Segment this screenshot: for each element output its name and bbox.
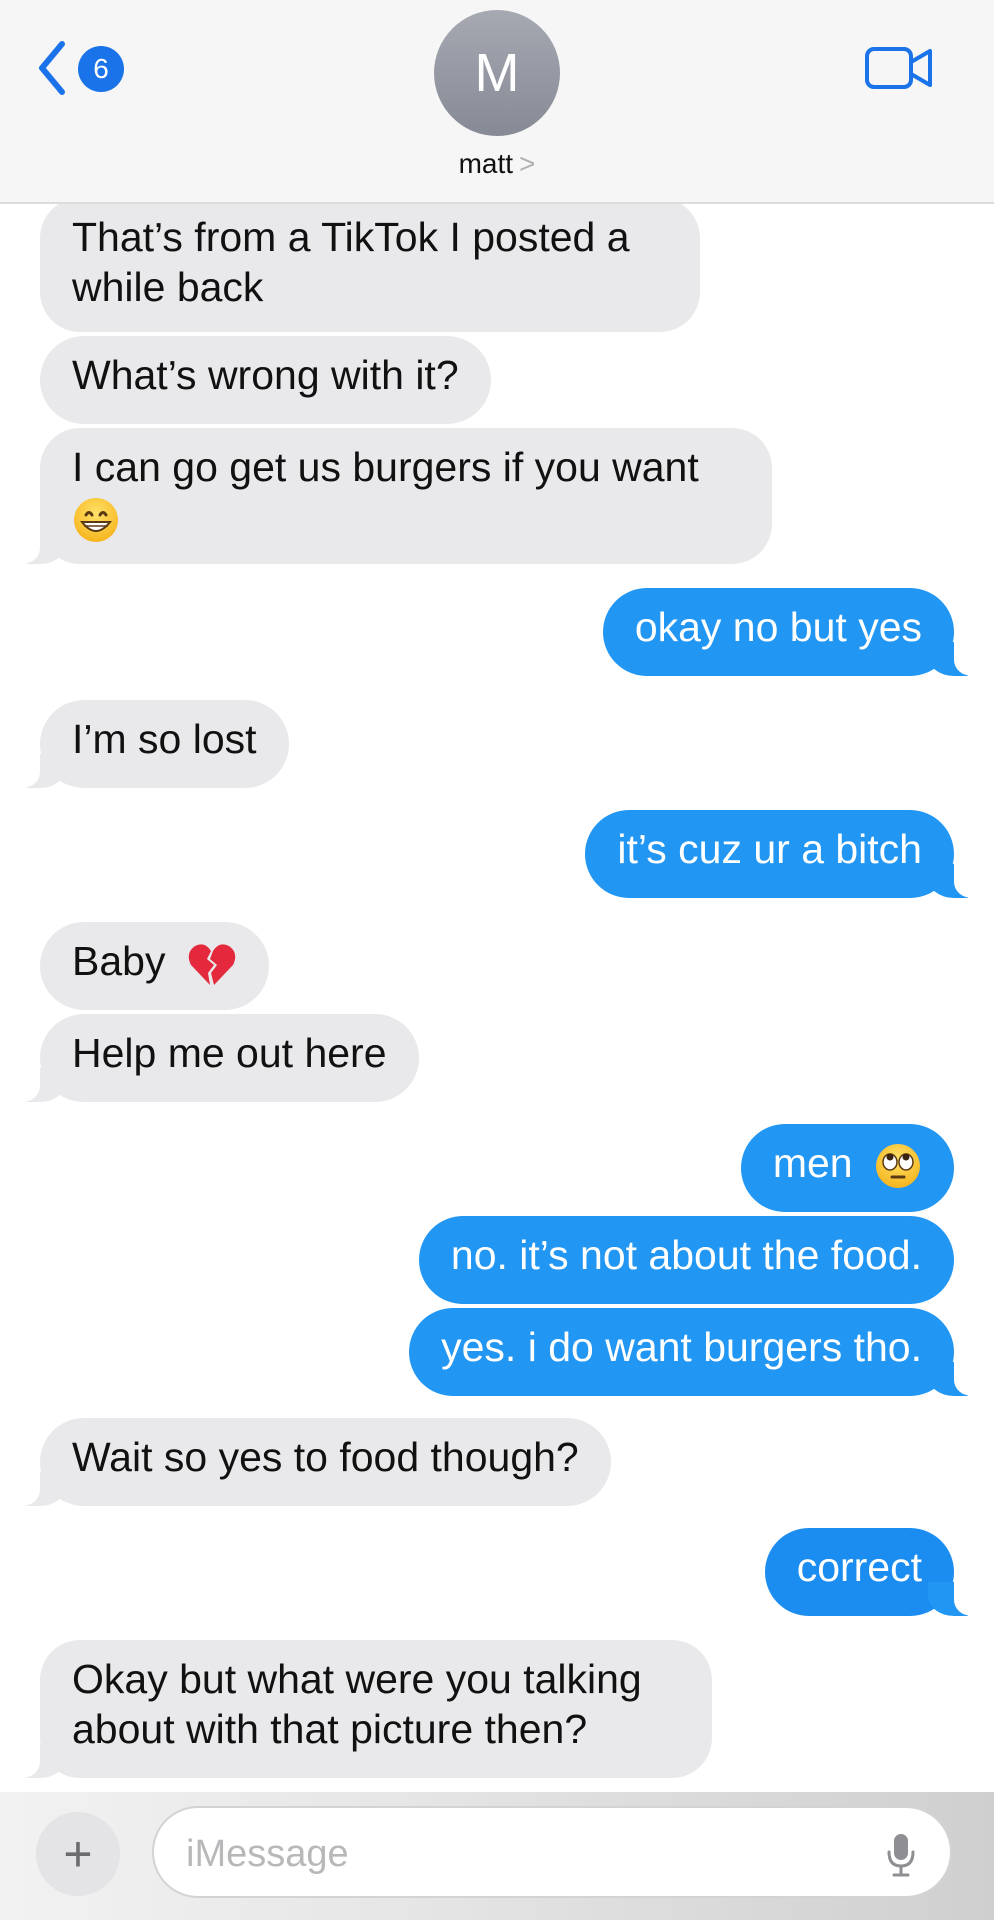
message-bubble-incoming[interactable]: What’s wrong with it?	[40, 336, 491, 424]
message-text: men	[772, 1140, 853, 1186]
message-text: Okay but what were you talking about wit…	[72, 1656, 642, 1752]
message-text: Baby	[72, 938, 166, 984]
microphone-icon[interactable]	[886, 1832, 916, 1878]
message-bubble-outgoing[interactable]: yes. i do want burgers tho.	[409, 1308, 976, 1396]
imessage-conversation-screen: 6 M matt > That’s from a TikTok I posted …	[0, 0, 994, 1920]
message-bubble-outgoing[interactable]: men	[740, 1124, 954, 1212]
message-text: it’s cuz ur a bitch	[617, 826, 922, 872]
contact-avatar[interactable]: M	[434, 10, 560, 136]
message-bubble-outgoing[interactable]: it’s cuz ur a bitch	[585, 810, 976, 898]
message-text: What’s wrong with it?	[72, 352, 459, 398]
message-bubble-incoming[interactable]: Okay but what were you talking about wit…	[18, 1640, 712, 1778]
chevron-left-icon	[39, 41, 65, 95]
contact-name: matt	[458, 148, 514, 179]
message-text: yes. i do want burgers tho.	[441, 1324, 922, 1370]
message-bubble-incoming[interactable]: I can go get us burgers if you want	[18, 428, 772, 564]
grinning-face-emoji-icon	[74, 498, 118, 543]
message-text: I’m so lost	[72, 716, 257, 762]
chevron-right-icon: >	[519, 148, 536, 179]
unread-count-badge: 6	[78, 46, 124, 92]
broken-heart-emoji-icon	[188, 944, 236, 986]
message-bubble-incoming[interactable]: I’m so lost	[18, 700, 289, 788]
message-text: Wait so yes to food though?	[72, 1434, 579, 1480]
message-input[interactable]	[184, 1826, 828, 1882]
message-input-field[interactable]	[152, 1806, 952, 1898]
message-text: Help me out here	[72, 1030, 387, 1076]
message-bubble-outgoing[interactable]: no. it’s not about the food.	[418, 1216, 954, 1304]
video-call-icon[interactable]	[864, 44, 934, 92]
plus-button[interactable]: +	[36, 1812, 120, 1896]
message-text: I can go get us burgers if you want	[72, 444, 699, 490]
message-text: no. it’s not about the food.	[450, 1232, 922, 1278]
message-bubble-incoming[interactable]: Baby	[40, 922, 269, 1010]
message-bubble-outgoing[interactable]: okay no but yes	[602, 588, 977, 676]
message-bubble-outgoing[interactable]: correct	[764, 1528, 977, 1616]
message-bubble-incoming[interactable]: Help me out here	[18, 1014, 419, 1102]
message-composer: +	[0, 1792, 994, 1920]
rolling-eyes-emoji-icon	[876, 1144, 920, 1189]
contact-name-button[interactable]: matt >	[0, 148, 994, 180]
back-button[interactable]: 6	[36, 38, 126, 98]
message-text: That’s from a TikTok I posted a while ba…	[72, 214, 630, 310]
message-bubble-incoming[interactable]: Wait so yes to food though?	[18, 1418, 611, 1506]
message-bubble-incoming[interactable]: That’s from a TikTok I posted a while ba…	[40, 198, 700, 332]
message-text: okay no but yes	[634, 604, 922, 650]
message-text: correct	[796, 1544, 922, 1590]
conversation-header: 6 M matt >	[0, 0, 994, 204]
